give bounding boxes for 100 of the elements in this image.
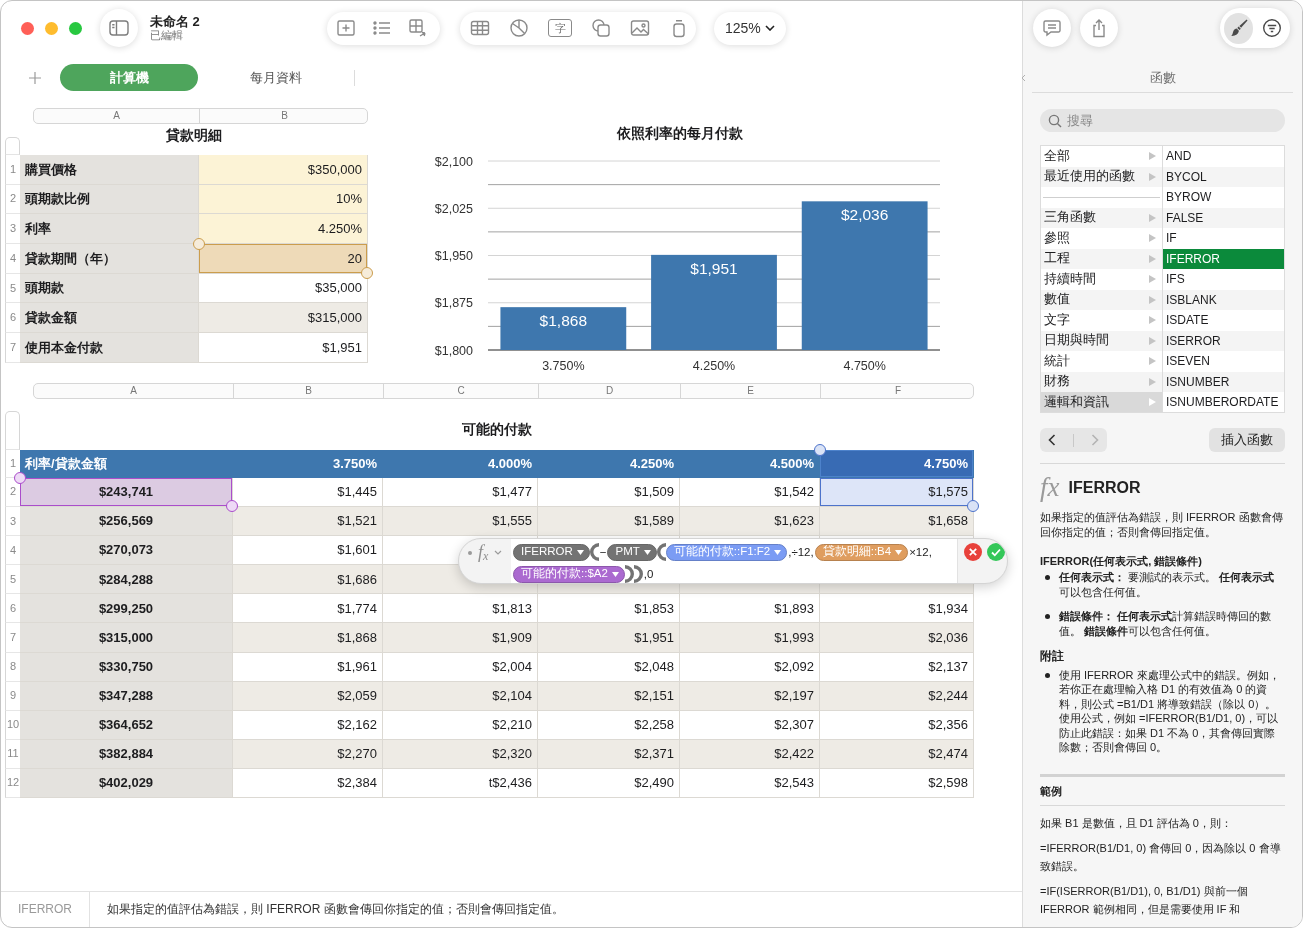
table-cell: $2,490	[538, 768, 680, 799]
function-item[interactable]: IFERROR	[1163, 248, 1284, 269]
table-cell: 貸款期間（年）	[20, 244, 199, 274]
chevron-down-icon[interactable]	[494, 550, 503, 555]
function-item[interactable]: ISERROR	[1163, 330, 1284, 351]
bullet-icon	[1045, 673, 1050, 678]
plus-box-icon[interactable]	[336, 18, 356, 38]
table-cell: $2,162	[233, 710, 383, 740]
table-cell: $1,601	[233, 536, 383, 566]
panel-title: 函數	[1149, 70, 1176, 85]
close-icon[interactable]	[21, 21, 34, 35]
chevron-down-icon	[764, 25, 775, 31]
table-title: 可能的付款	[461, 420, 533, 439]
axis-label: 4.750%	[843, 359, 886, 373]
table-cell: $315,000	[20, 623, 233, 653]
table-cell: $2,244	[820, 681, 974, 711]
reference-token[interactable]: 可能的付款::$A2	[513, 565, 625, 583]
row-number: 2	[5, 478, 20, 508]
image-icon[interactable]	[630, 18, 650, 38]
selection-handle[interactable]	[967, 500, 979, 513]
column-letter: F	[893, 384, 903, 398]
function-item[interactable]: BYCOL	[1163, 166, 1284, 187]
table-cell: $1,893	[680, 594, 820, 624]
table-cell: $284,288	[20, 565, 233, 595]
category-item[interactable]: 工程	[1041, 248, 1162, 269]
caret-icon	[895, 549, 903, 555]
add-sheet-icon[interactable]	[29, 71, 41, 84]
table-cell: $2,474	[820, 739, 974, 769]
table-cell: $1,813	[383, 594, 538, 624]
share-button[interactable]	[1080, 9, 1118, 47]
selection-handle[interactable]	[814, 444, 826, 456]
checkmark-icon[interactable]	[987, 543, 1005, 561]
disclosure-triangle-icon	[1149, 316, 1156, 325]
comment-button[interactable]	[1033, 9, 1071, 47]
header-cell: 利率/貸款金額	[20, 450, 233, 478]
table-cell: 使用本金付款	[20, 333, 199, 363]
table-cell: $315,000	[199, 303, 368, 334]
example-text: =IFERROR(B1/D1, 0) 會傳回 0，因為除以 0 會導致錯誤。	[1040, 841, 1282, 875]
table-cell: $1,542	[680, 478, 820, 508]
column-letter: C	[384, 384, 539, 398]
text-box-button[interactable]: 字	[548, 19, 572, 37]
open-paren-icon	[589, 543, 599, 561]
category-item[interactable]: 財務	[1041, 371, 1162, 392]
maximize-icon[interactable]	[69, 21, 82, 35]
sheet-tab[interactable]: 每月資料	[215, 64, 337, 91]
table-icon[interactable]	[470, 18, 490, 38]
function-syntax: IFERROR(任何表示式, 錯誤條件)	[1040, 554, 1203, 569]
table-cell: $2,048	[538, 652, 680, 682]
table-cell: 4.250%	[199, 214, 368, 245]
row-number: 10	[5, 710, 20, 740]
table-title: 貸款明細	[165, 126, 223, 145]
column-letter: A	[34, 109, 200, 123]
category-item[interactable]: 日期與時間	[1041, 330, 1162, 351]
formula-editor[interactable]: f$_{x}$ IFERROR − PMT 可能的付款::F1:F2 ,÷12, 貸款明細::B4 ×12, 可能的付款::$A2 ,0	[458, 538, 1008, 584]
row-number: 4	[5, 244, 20, 274]
disclosure-triangle-icon	[1149, 398, 1156, 407]
close-paren-icon	[624, 565, 634, 583]
shapes-icon[interactable]	[591, 18, 611, 38]
selection-handle[interactable]	[361, 266, 373, 279]
row-number: 11	[5, 739, 20, 769]
pie-chart-icon[interactable]	[509, 18, 529, 38]
disclosure-triangle-icon	[1149, 377, 1156, 386]
column-letter: D	[539, 384, 681, 398]
axis-label: $1,950	[434, 249, 473, 263]
category-item[interactable]: 數值	[1041, 289, 1162, 310]
table-cell: $364,652	[20, 710, 233, 740]
chevron-left-icon[interactable]	[1048, 434, 1057, 446]
table-cell: $1,589	[538, 507, 680, 537]
caret-icon	[576, 549, 584, 555]
row-number: 5	[5, 565, 20, 595]
table-cell: 頭期款比例	[20, 184, 199, 215]
column-letter: A	[34, 384, 234, 398]
list-icon[interactable]	[372, 18, 392, 38]
axis-label: $2,025	[434, 201, 473, 216]
argument-description: 錯誤條件： 任何表示式計算錯誤時傳回的數值。 錯誤條件可以包含任何值。	[1059, 609, 1273, 639]
table-cell: $2,422	[680, 739, 820, 769]
table-cell: $1,951	[199, 333, 368, 363]
format-button[interactable]	[1224, 12, 1253, 44]
close-icon[interactable]	[964, 543, 982, 561]
table-arrow-icon[interactable]	[408, 18, 428, 38]
table-cell: 10%	[199, 184, 368, 215]
axis-label: $1,875	[434, 296, 473, 311]
insert-function-button[interactable]: 插入函數	[1209, 428, 1285, 452]
function-item[interactable]: ISBLANK	[1163, 289, 1284, 310]
search-field[interactable]: 搜尋	[1040, 109, 1285, 132]
category-item[interactable]: 最近使用的函數	[1041, 166, 1162, 187]
table-cell: $1,909	[383, 623, 538, 653]
category-item[interactable]: 三角函數	[1041, 207, 1162, 228]
disclosure-triangle-icon	[1149, 172, 1156, 181]
table-cell: $1,658	[820, 507, 974, 537]
examples-heading: 範例	[1040, 784, 1063, 800]
zoom-menu-button[interactable]: 125%	[714, 11, 786, 45]
category-item[interactable]: 邏輯和資訊	[1041, 392, 1162, 412]
function-item[interactable]: ISNUMBER	[1163, 371, 1284, 392]
axis-label: 3.750%	[542, 359, 585, 373]
selection-handle[interactable]	[226, 500, 238, 513]
sidebar-button[interactable]	[100, 9, 138, 47]
function-name: IFERROR	[18, 902, 72, 917]
axis-label: $1,800	[434, 343, 473, 358]
function-item[interactable]: FALSE	[1163, 207, 1284, 228]
